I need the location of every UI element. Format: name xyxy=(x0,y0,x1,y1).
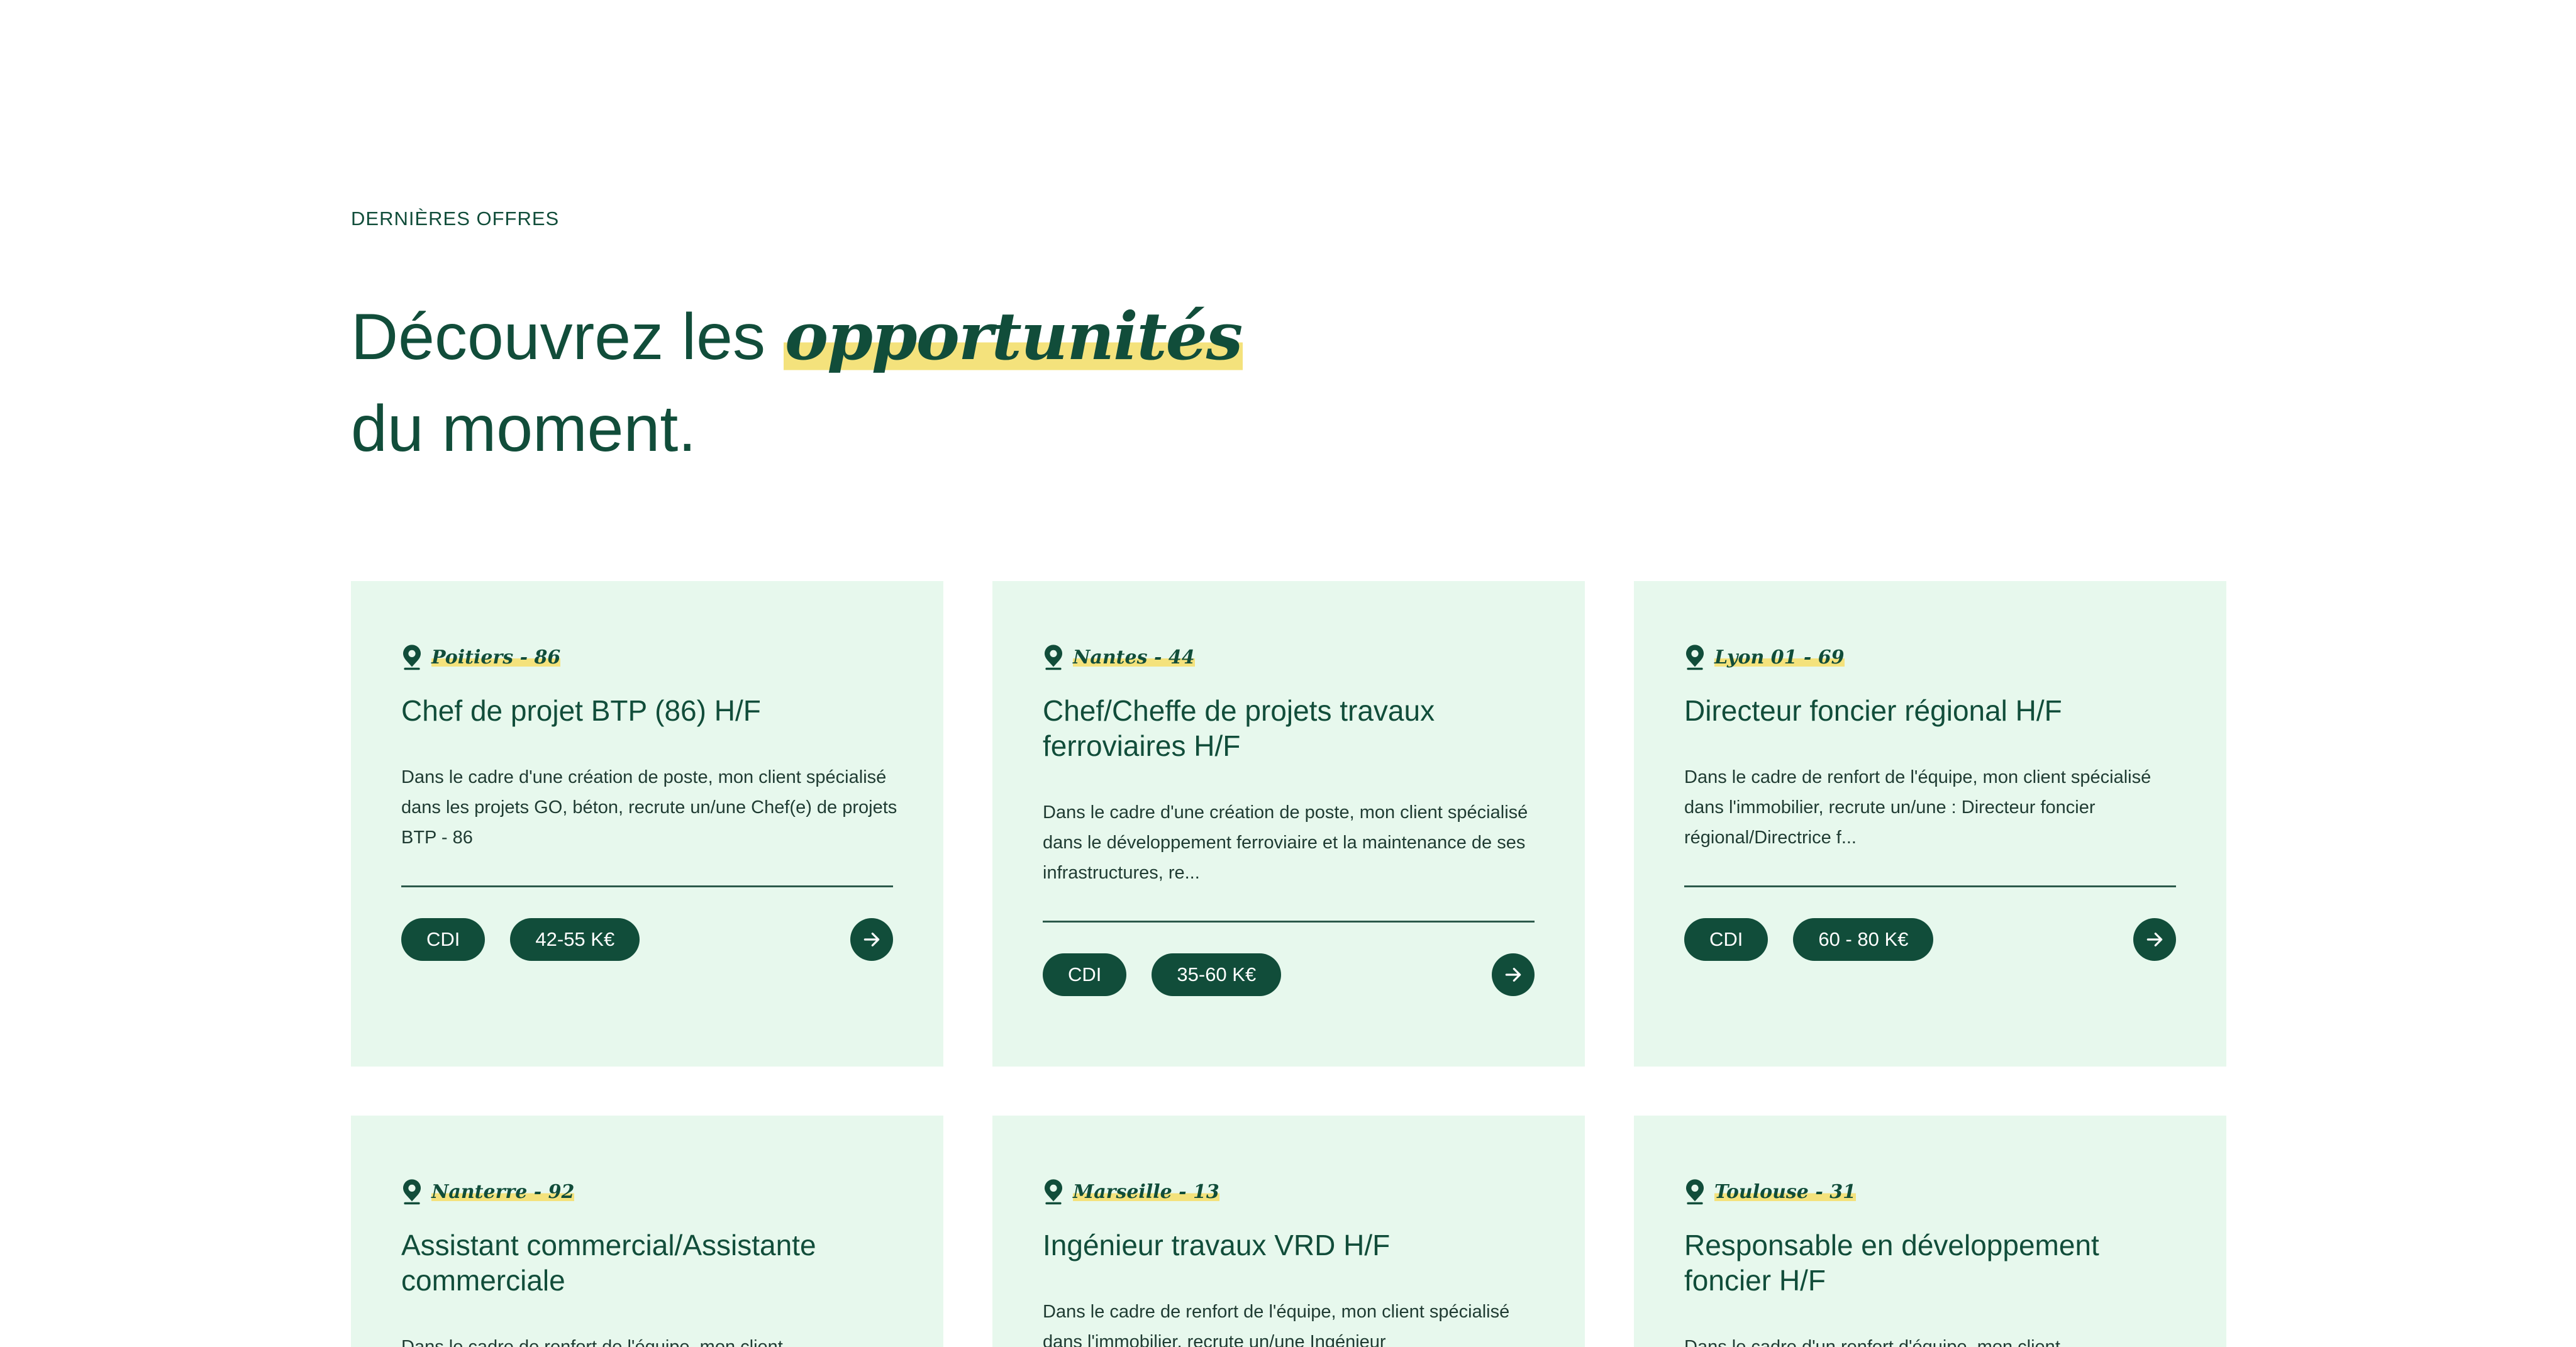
map-pin-icon xyxy=(403,645,421,670)
offer-description: Dans le cadre d'un renfort d'équipe, mon… xyxy=(1684,1337,2060,1347)
headline-part2: du moment. xyxy=(351,392,697,465)
section-headline: Découvrez les opportunités du moment. xyxy=(351,291,1243,475)
offer-description: Dans le cadre de renfort de l'équipe, mo… xyxy=(1043,1302,1510,1347)
salary-tag: 42-55 K€ xyxy=(510,918,640,961)
offer-title[interactable]: Responsable en développement foncier H/F xyxy=(1684,1228,2187,1298)
arrow-right-icon xyxy=(1505,968,1521,982)
view-offer-button[interactable] xyxy=(850,918,893,961)
offer-location: Nantes - 44 xyxy=(1043,644,1195,670)
offer-card-nanterre[interactable]: Nanterre - 92 Assistant commercial/Assis… xyxy=(351,1116,943,1347)
headline-part1: Découvrez les xyxy=(351,301,784,374)
offer-location: Poitiers - 86 xyxy=(401,644,561,670)
offer-tags: CDI 35-60 K€ xyxy=(1043,953,1282,996)
contract-tag: CDI xyxy=(1043,953,1127,996)
offer-tags: CDI 60 - 80 K€ xyxy=(1684,918,1934,961)
offer-description: Dans le cadre de renfort de l'équipe, mo… xyxy=(1684,767,2151,848)
view-offer-button[interactable] xyxy=(1492,953,1535,996)
offer-title[interactable]: Directeur foncier régional H/F xyxy=(1684,693,2187,728)
salary-tag: 35-60 K€ xyxy=(1152,953,1282,996)
offer-title[interactable]: Chef/Cheffe de projets travaux ferroviai… xyxy=(1043,693,1546,763)
map-pin-icon xyxy=(1686,645,1704,670)
map-pin-icon xyxy=(1045,1179,1062,1205)
offer-location: Lyon 01 - 69 xyxy=(1684,644,1845,670)
offer-tags: CDI 42-55 K€ xyxy=(401,918,640,961)
offer-title[interactable]: Assistant commercial/Assistante commerci… xyxy=(401,1228,904,1298)
view-offer-button[interactable] xyxy=(2133,918,2176,961)
arrow-right-icon xyxy=(2146,933,2163,946)
offer-card-toulouse[interactable]: Toulouse - 31 Responsable en développeme… xyxy=(1634,1116,2226,1347)
offer-title[interactable]: Chef de projet BTP (86) H/F xyxy=(401,693,904,728)
offer-location: Marseille - 13 xyxy=(1043,1178,1219,1205)
offer-location-text: Nantes - 44 xyxy=(1073,646,1195,668)
offer-card-poitiers[interactable]: Poitiers - 86 Chef de projet BTP (86) H/… xyxy=(351,581,943,1067)
map-pin-icon xyxy=(1686,1179,1704,1205)
map-pin-icon xyxy=(1045,645,1062,670)
offer-card-nantes[interactable]: Nantes - 44 Chef/Cheffe de projets trava… xyxy=(992,581,1585,1067)
offer-location-text: Poitiers - 86 xyxy=(431,646,561,668)
map-pin-icon xyxy=(403,1179,421,1205)
salary-tag: 60 - 80 K€ xyxy=(1793,918,1934,961)
offer-location-text: Marseille - 13 xyxy=(1073,1180,1219,1203)
headline-highlight: opportunités xyxy=(783,297,1243,375)
offer-location: Toulouse - 31 xyxy=(1684,1178,1856,1205)
offer-location-text: Toulouse - 31 xyxy=(1714,1180,1856,1203)
eyebrow-label: DERNIÈRES OFFRES xyxy=(351,208,560,230)
divider xyxy=(1043,921,1535,923)
offer-description: Dans le cadre de renfort de l'équipe, mo… xyxy=(401,1337,783,1347)
divider xyxy=(1684,885,2176,887)
offer-description: Dans le cadre d'une création de poste, m… xyxy=(1043,802,1528,883)
offer-title[interactable]: Ingénieur travaux VRD H/F xyxy=(1043,1228,1546,1263)
offer-location: Nanterre - 92 xyxy=(401,1178,575,1205)
contract-tag: CDI xyxy=(401,918,486,961)
offer-card-marseille[interactable]: Marseille - 13 Ingénieur travaux VRD H/F… xyxy=(992,1116,1585,1347)
offer-card-lyon[interactable]: Lyon 01 - 69 Directeur foncier régional … xyxy=(1634,581,2226,1067)
offer-location-text: Nanterre - 92 xyxy=(431,1180,575,1203)
divider xyxy=(401,885,893,887)
arrow-right-icon xyxy=(863,933,880,946)
offer-description: Dans le cadre d'une création de poste, m… xyxy=(401,767,897,848)
offer-location-text: Lyon 01 - 69 xyxy=(1714,646,1845,668)
contract-tag: CDI xyxy=(1684,918,1768,961)
